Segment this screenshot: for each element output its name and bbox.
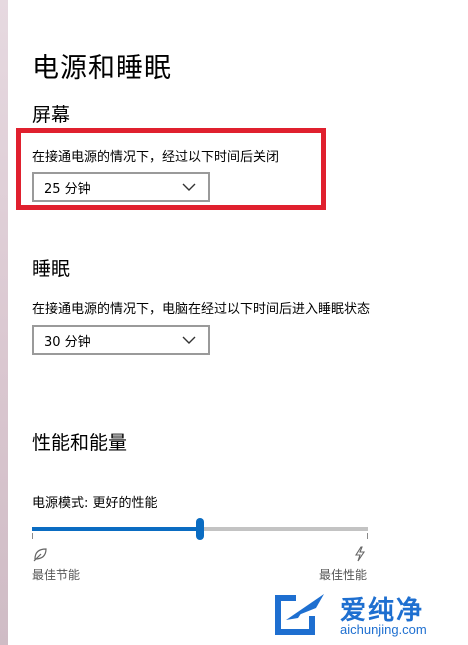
sleep-heading: 睡眠: [32, 258, 71, 280]
slider-left-label: 最佳节能: [32, 568, 81, 582]
slider-right-label: 最佳性能: [319, 568, 368, 582]
lightning-icon: [355, 546, 366, 562]
watermark-url: aichunjing.com: [340, 622, 427, 637]
power-mode-slider-thumb[interactable]: [196, 518, 204, 540]
chevron-down-icon: [182, 336, 196, 344]
power-mode-slider-fill: [32, 527, 200, 531]
leaf-icon: [33, 548, 47, 562]
watermark-logo-icon: [275, 594, 324, 635]
sleep-description: 在接通电源的情况下，电脑在经过以下时间后进入睡眠状态: [32, 302, 371, 317]
slider-tick-right: [367, 533, 368, 539]
slider-tick-left: [32, 533, 33, 539]
watermark: 爱纯净 aichunjing.com: [268, 590, 466, 642]
performance-heading: 性能和能量: [32, 432, 128, 454]
power-mode-label: 电源模式: 更好的性能: [32, 496, 158, 511]
window-edge: [0, 0, 8, 645]
screen-heading: 屏幕: [32, 104, 71, 126]
page-title: 电源和睡眠: [32, 53, 172, 84]
sleep-timeout-value: 30 分钟: [44, 334, 91, 350]
sleep-timeout-dropdown[interactable]: 30 分钟: [32, 325, 210, 355]
highlight-annotation-box: [16, 128, 326, 210]
